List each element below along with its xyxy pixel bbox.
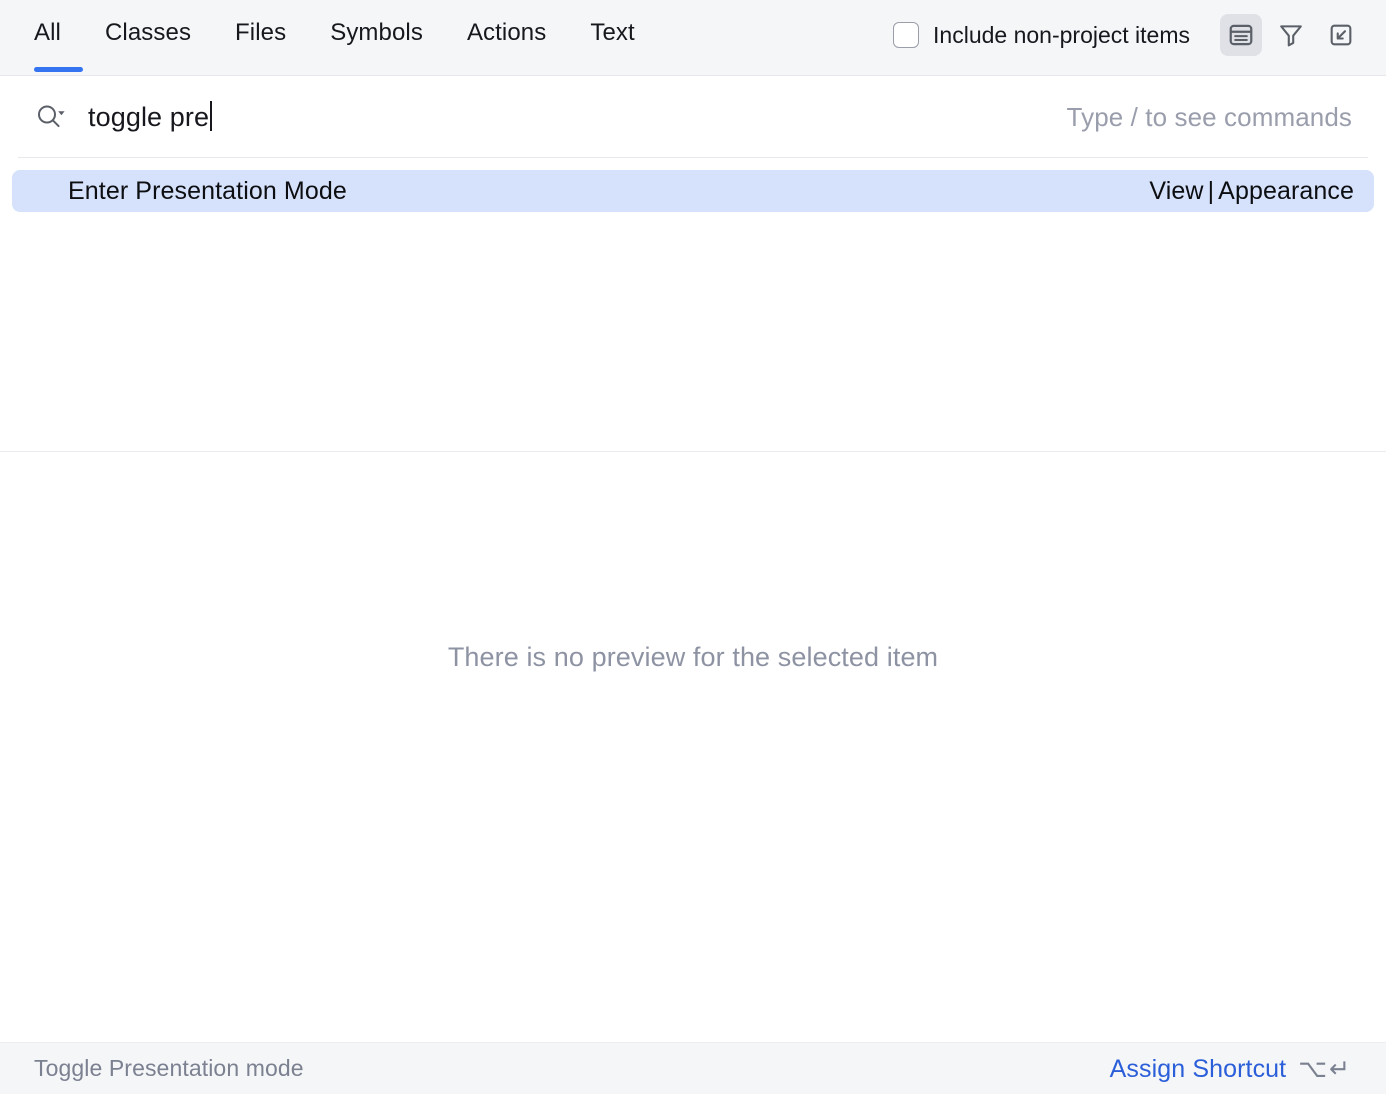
category-tab-bar: All Classes Files Symbols Actions Text	[34, 0, 657, 75]
search-commands-hint: Type / to see commands	[1067, 102, 1352, 133]
header-controls: Include non-project items	[893, 0, 1362, 76]
tab-text-label: Text	[590, 19, 634, 47]
preview-empty-message: There is no preview for the selected ite…	[448, 642, 938, 673]
tab-files[interactable]: Files	[213, 0, 308, 75]
result-location-item: Appearance	[1218, 177, 1354, 205]
search-magnifier-dropdown-icon[interactable]	[34, 102, 68, 132]
tab-classes-label: Classes	[105, 19, 191, 47]
status-description: Toggle Presentation mode	[34, 1055, 304, 1082]
tab-text[interactable]: Text	[568, 0, 656, 75]
tab-actions-label: Actions	[467, 19, 546, 47]
preview-pane: There is no preview for the selected ite…	[0, 452, 1386, 1042]
tab-all[interactable]: All	[34, 0, 83, 75]
checkbox-box-icon[interactable]	[893, 22, 919, 48]
shortcut-keys-hint: ⌥↵	[1298, 1054, 1352, 1084]
result-location-separator: |	[1204, 177, 1219, 205]
tab-symbols-label: Symbols	[330, 19, 423, 47]
assign-shortcut-action[interactable]: Assign Shortcut ⌥↵	[1110, 1054, 1352, 1084]
collapse-button[interactable]	[1320, 14, 1362, 56]
tab-symbols[interactable]: Symbols	[308, 0, 445, 75]
result-row[interactable]: Enter Presentation Mode View|Appearance	[12, 170, 1374, 212]
preview-panel-icon	[1227, 21, 1255, 49]
preview-panel-toggle-button[interactable]	[1220, 14, 1262, 56]
filter-funnel-icon	[1277, 21, 1305, 49]
search-bar: toggle pre Type / to see commands	[0, 76, 1386, 158]
text-caret	[210, 101, 212, 131]
search-everywhere-dialog: All Classes Files Symbols Actions Text	[0, 0, 1386, 1094]
result-location-group: View	[1149, 177, 1203, 205]
tab-all-label: All	[34, 19, 61, 47]
tab-classes[interactable]: Classes	[83, 0, 213, 75]
results-list: Enter Presentation Mode View|Appearance	[0, 158, 1386, 452]
include-non-project-items-checkbox[interactable]: Include non-project items	[893, 22, 1190, 49]
search-input[interactable]: toggle pre	[88, 101, 212, 133]
result-title: Enter Presentation Mode	[68, 177, 347, 206]
tab-files-label: Files	[235, 19, 286, 47]
tab-active-indicator	[34, 67, 83, 72]
dialog-header: All Classes Files Symbols Actions Text	[0, 0, 1386, 76]
tab-actions[interactable]: Actions	[445, 0, 568, 75]
collapse-arrow-icon	[1327, 21, 1355, 49]
status-bar: Toggle Presentation mode Assign Shortcut…	[0, 1042, 1386, 1094]
include-non-project-items-label: Include non-project items	[933, 22, 1190, 49]
assign-shortcut-link[interactable]: Assign Shortcut	[1110, 1055, 1287, 1084]
search-input-value: toggle pre	[88, 102, 209, 132]
filter-button[interactable]	[1270, 14, 1312, 56]
result-location: View|Appearance	[1149, 177, 1354, 206]
